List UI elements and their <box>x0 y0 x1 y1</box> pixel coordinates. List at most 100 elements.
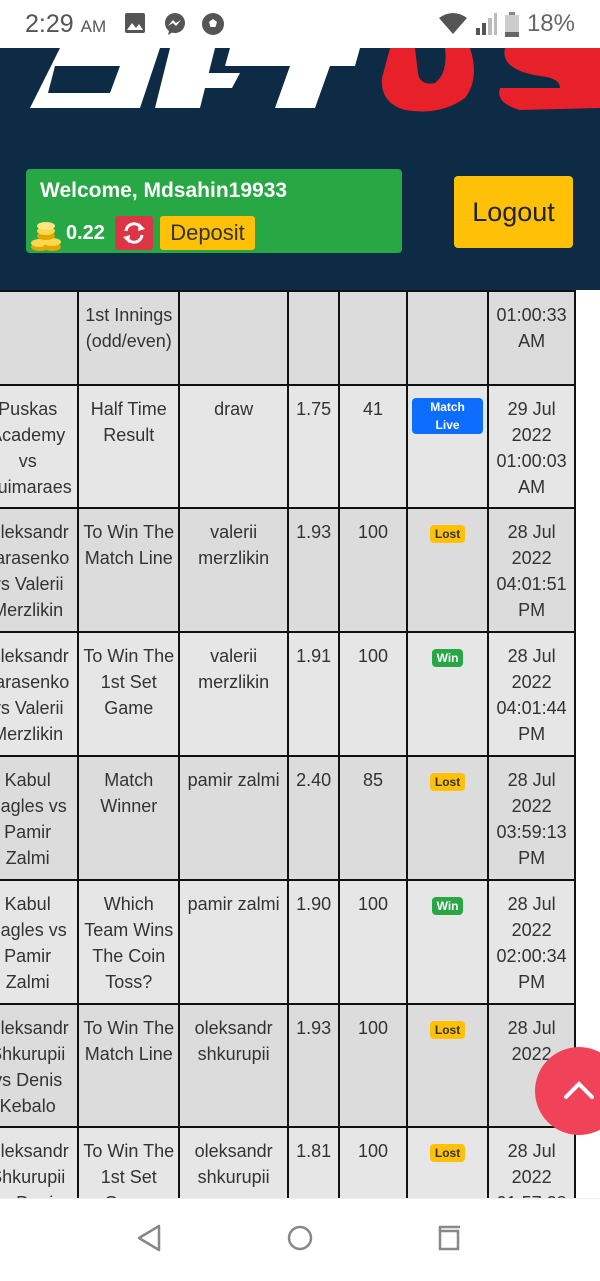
cell-stake: 100 <box>338 879 408 1005</box>
cell-date: 28 Jul 2022 04:01:51 PM <box>487 507 576 633</box>
cell-market: To Win The Match Line <box>77 507 181 633</box>
deposit-button[interactable]: Deposit <box>160 216 255 250</box>
wifi-icon <box>439 13 467 34</box>
cell-date: 01:00:33 AM <box>487 290 576 386</box>
cell-selection <box>178 290 290 386</box>
table-row: Kabul Eagles vs Pamir ZalmiWhich Team Wi… <box>0 879 576 1005</box>
scroll-to-top-button[interactable] <box>535 1047 600 1135</box>
status-meridiem: AM <box>80 17 107 36</box>
status-badge: Match Live <box>411 398 484 434</box>
status-time-value: 2:29 <box>25 10 74 38</box>
chevron-up-icon <box>564 1081 594 1099</box>
welcome-text: Welcome, Mdsahin19933 <box>40 179 288 202</box>
status-badge: Lost <box>429 773 466 791</box>
cell-stake: 100 <box>338 1126 408 1198</box>
table-row: Oleksandr Tarasenko vs Valerii Merzlikin… <box>0 631 576 757</box>
logout-button[interactable]: Logout <box>454 176 573 248</box>
cell-status: Lost <box>405 755 490 881</box>
bet-logo[interactable] <box>0 48 600 118</box>
cell-odds: 2.40 <box>287 755 341 881</box>
cell-odds: 1.93 <box>287 1003 341 1128</box>
cell-market: Which Team Wins The Coin Toss? <box>77 879 181 1005</box>
cell-stake: 85 <box>338 755 408 881</box>
status-bar: 2:29 AM 18% <box>0 0 600 48</box>
bet-history-table-container[interactable]: 1st Innings (odd/even) 01:00:33 AM Puskas … <box>0 290 600 1198</box>
cell-odds: 1.75 <box>287 384 341 509</box>
battery-percent: 18% <box>526 10 575 37</box>
table-row: Kabul Eagles vs Pamir ZalmiMatch Winnerp… <box>0 755 576 881</box>
cell-stake: 41 <box>338 384 408 509</box>
cell-status: Win <box>405 631 490 757</box>
battery-icon <box>505 12 519 37</box>
table-row: Puskas Academy vs GuimaraesHalf Time Res… <box>0 384 576 509</box>
welcome-panel: Welcome, Mdsahin19933 0.22 Deposit <box>26 169 402 253</box>
cell-date: 28 Jul 2022 01:57:28 PM <box>487 1126 576 1198</box>
android-nav-bar <box>0 1198 600 1281</box>
cell-event <box>0 290 80 386</box>
cell-market: Match Winner <box>77 755 181 881</box>
cell-status: Lost <box>405 507 490 633</box>
cell-status: Lost <box>405 1003 490 1128</box>
cell-odds: 1.81 <box>287 1126 341 1198</box>
table-row: Oleksandr Shkurupii vs Denis KebaloTo Wi… <box>0 1126 576 1198</box>
status-badge: Win <box>431 897 464 915</box>
cell-odds: 1.90 <box>287 879 341 1005</box>
table-row: Oleksandr Tarasenko vs Valerii Merzlikin… <box>0 507 576 633</box>
back-icon[interactable] <box>136 1223 162 1253</box>
home-icon[interactable] <box>286 1223 314 1253</box>
cell-event: Oleksandr Shkurupii vs Denis Kebalo <box>0 1003 80 1128</box>
cell-stake: 100 <box>338 1003 408 1128</box>
cell-stake: 100 <box>338 507 408 633</box>
cell-stake <box>338 290 408 386</box>
cell-odds <box>287 290 341 386</box>
cell-status: Lost <box>405 1126 490 1198</box>
cell-status: Win <box>405 879 490 1005</box>
messenger-icon <box>165 13 185 35</box>
cell-selection: valerii merzlikin <box>178 507 290 633</box>
cell-market: To Win The Match Line <box>77 1003 181 1128</box>
cell-market: To Win The 1st Set Game <box>77 631 181 757</box>
status-time: 2:29 AM <box>25 10 106 39</box>
status-badge: Lost <box>429 1021 466 1039</box>
balance-value: 0.22 <box>66 222 105 244</box>
signal-icon <box>476 13 497 35</box>
cell-event: Oleksandr Tarasenko vs Valerii Merzlikin <box>0 507 80 633</box>
gallery-icon <box>125 13 145 33</box>
refresh-icon <box>123 222 145 244</box>
bet-rows: 1st Innings (odd/even) 01:00:33 AM Puskas … <box>0 290 576 1198</box>
cell-event: Oleksandr Shkurupii vs Denis Kebalo <box>0 1126 80 1198</box>
cell-status <box>405 290 490 386</box>
cell-event: Oleksandr Tarasenko vs Valerii Merzlikin <box>0 631 80 757</box>
cell-date: 28 Jul 2022 03:59:13 PM <box>487 755 576 881</box>
cell-date: 28 Jul 2022 02:00:34 PM <box>487 879 576 1005</box>
cell-market: 1st Innings (odd/even) <box>77 290 181 386</box>
cell-selection: pamir zalmi <box>178 879 290 1005</box>
site-header: Welcome, Mdsahin19933 0.22 Deposit Logou… <box>0 48 600 290</box>
cell-event: Kabul Eagles vs Pamir Zalmi <box>0 755 80 881</box>
status-badge: Lost <box>429 525 466 543</box>
recents-icon[interactable] <box>436 1223 464 1253</box>
cell-stake: 100 <box>338 631 408 757</box>
soccer-ball-icon <box>202 13 224 35</box>
cell-selection: oleksandr shkurupii <box>178 1126 290 1198</box>
cell-selection: draw <box>178 384 290 509</box>
cell-selection: valerii merzlikin <box>178 631 290 757</box>
cell-selection: oleksandr shkurupii <box>178 1003 290 1128</box>
cell-status: Match Live <box>405 384 490 509</box>
status-badge: Lost <box>429 1144 466 1162</box>
cell-selection: pamir zalmi <box>178 755 290 881</box>
cell-market: To Win The 1st Set Game <box>77 1126 181 1198</box>
table-row: 1st Innings (odd/even) 01:00:33 AM <box>0 290 576 386</box>
cell-market: Half Time Result <box>77 384 181 509</box>
table-row: Oleksandr Shkurupii vs Denis KebaloTo Wi… <box>0 1003 576 1128</box>
cell-odds: 1.93 <box>287 507 341 633</box>
cell-event: Puskas Academy vs Guimaraes <box>0 384 80 509</box>
cell-event: Kabul Eagles vs Pamir Zalmi <box>0 879 80 1005</box>
cell-date: 28 Jul 2022 04:01:44 PM <box>487 631 576 757</box>
status-badge: Win <box>431 649 464 667</box>
cell-date: 29 Jul 2022 01:00:03 AM <box>487 384 576 509</box>
coins-icon <box>31 222 61 251</box>
bet-history-table: 1st Innings (odd/even) 01:00:33 AM Puskas … <box>0 290 576 1198</box>
refresh-balance-button[interactable] <box>115 216 153 250</box>
cell-odds: 1.91 <box>287 631 341 757</box>
